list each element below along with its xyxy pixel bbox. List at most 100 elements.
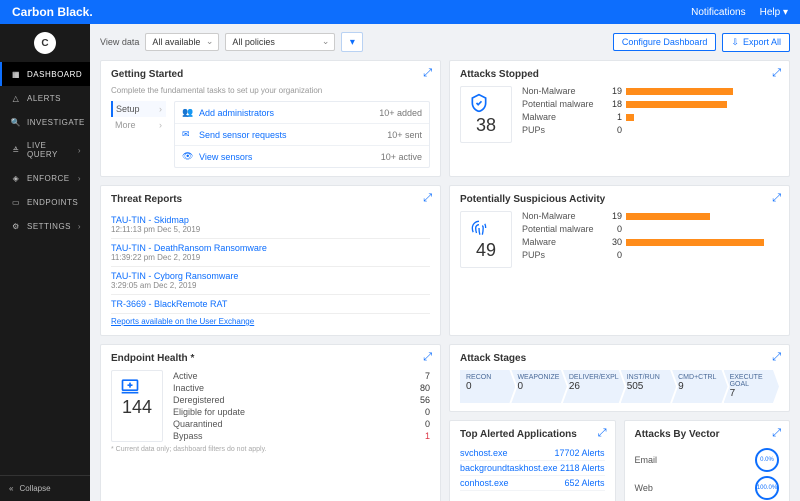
card-attacks-by-vector: ⤢ Attacks By Vector Email0.0%Web100.0% bbox=[624, 420, 791, 501]
threat-reports-more-link[interactable]: Reports available on the User Exchange bbox=[111, 317, 254, 326]
sidebar-item-live-query[interactable]: ≙LIVE QUERY› bbox=[0, 134, 90, 166]
controls-bar: View data All available All policies ▾ C… bbox=[100, 32, 790, 52]
card-title: Potentially Suspicious Activity bbox=[460, 194, 779, 205]
popout-icon[interactable]: ⤢ bbox=[772, 67, 781, 80]
popout-icon[interactable]: ⤢ bbox=[423, 351, 432, 364]
filter-button[interactable]: ▾ bbox=[341, 32, 363, 52]
sidebar: C ▦DASHBOARD△ALERTS🔍INVESTIGATE≙LIVE QUE… bbox=[0, 24, 90, 501]
health-row: Quarantined0 bbox=[173, 418, 430, 430]
threat-report-item[interactable]: TAU-TIN - DeathRansom Ransomware11:39:22… bbox=[111, 239, 430, 267]
card-suspicious-activity: ⤢ Potentially Suspicious Activity 49 Non… bbox=[449, 185, 790, 336]
fingerprint-icon bbox=[469, 218, 503, 238]
configure-dashboard-button[interactable]: Configure Dashboard bbox=[613, 33, 717, 51]
popout-icon[interactable]: ⤢ bbox=[772, 351, 781, 364]
device-icon: ▭ bbox=[11, 197, 21, 207]
metric-row: Potential malware18 bbox=[522, 99, 779, 109]
card-top-alerted-apps: ⤢ Top Alerted Applications svchost.exe17… bbox=[449, 420, 616, 501]
task-icon: 👁 bbox=[182, 151, 194, 162]
filter-policies-select[interactable]: All policies bbox=[225, 33, 335, 51]
export-all-button[interactable]: ⇩Export All bbox=[722, 33, 790, 52]
card-endpoint-health: ⤢ Endpoint Health * 144 Active7Inactive8… bbox=[100, 344, 441, 501]
sidebar-item-settings[interactable]: ⚙SETTINGS› bbox=[0, 214, 90, 238]
card-attack-stages: ⤢ Attack Stages RECON0WEAPONIZE0DELIVER/… bbox=[449, 344, 790, 412]
gear-icon: ⚙ bbox=[11, 221, 21, 231]
card-attacks-stopped: ⤢ Attacks Stopped 38 Non-Malware19 Potent… bbox=[449, 60, 790, 177]
metric-row: Potential malware0 bbox=[522, 224, 779, 234]
search-icon: 🔍 bbox=[11, 117, 21, 127]
card-title: Top Alerted Applications bbox=[460, 429, 605, 440]
sidebar-item-enforce[interactable]: ◈ENFORCE› bbox=[0, 166, 90, 190]
filter-availability-select[interactable]: All available bbox=[145, 33, 219, 51]
setup-step[interactable]: Setup › bbox=[111, 101, 166, 117]
avatar[interactable]: C bbox=[34, 32, 56, 54]
grid-icon: ▦ bbox=[11, 69, 21, 79]
ring-chart: 100.0% bbox=[755, 476, 779, 500]
main-content: View data All available All policies ▾ C… bbox=[90, 24, 800, 501]
collapse-sidebar[interactable]: « Collapse bbox=[0, 475, 90, 501]
threat-report-item[interactable]: TAU-TIN - Skidmap12:11:13 pm Dec 5, 2019 bbox=[111, 211, 430, 239]
footnote: * Current data only; dashboard filters d… bbox=[111, 446, 430, 453]
threat-report-item[interactable]: TAU-TIN - Cyborg Ransomware3:29:05 am De… bbox=[111, 267, 430, 295]
shield-icon: ◈ bbox=[11, 173, 21, 183]
card-title: Endpoint Health * bbox=[111, 353, 430, 364]
attack-stage[interactable]: DELIVER/EXPL26 bbox=[563, 370, 625, 403]
warn-icon: △ bbox=[11, 93, 21, 103]
pulse-icon: ≙ bbox=[11, 145, 21, 155]
popout-icon[interactable]: ⤢ bbox=[598, 427, 607, 440]
attack-stage[interactable]: CMD+CTRL9 bbox=[672, 370, 727, 403]
metric-row: Non-Malware19 bbox=[522, 211, 779, 221]
sidebar-item-endpoints[interactable]: ▭ENDPOINTS bbox=[0, 190, 90, 214]
metric-row: Non-Malware19 bbox=[522, 86, 779, 96]
metric-row: PUPs0 bbox=[522, 125, 779, 135]
vector-row: Email0.0% bbox=[635, 446, 780, 474]
attack-stage[interactable]: RECON0 bbox=[460, 370, 515, 403]
notifications-link[interactable]: Notifications bbox=[691, 7, 745, 18]
vector-row: Web100.0% bbox=[635, 474, 780, 501]
metric-total: 144 bbox=[111, 370, 163, 442]
download-icon: ⇩ bbox=[731, 37, 739, 48]
brand-title: Carbon Black. bbox=[12, 5, 93, 19]
sidebar-item-dashboard[interactable]: ▦DASHBOARD bbox=[0, 62, 90, 86]
funnel-icon: ▾ bbox=[350, 37, 355, 48]
popout-icon[interactable]: ⤢ bbox=[423, 192, 432, 205]
card-title: Attacks Stopped bbox=[460, 69, 779, 80]
metric-row: Malware30 bbox=[522, 237, 779, 247]
metric-row: Malware1 bbox=[522, 112, 779, 122]
setup-task[interactable]: 👥Add administrators10+ added bbox=[175, 102, 429, 124]
collapse-icon: « bbox=[9, 484, 13, 493]
setup-step[interactable]: More › bbox=[111, 117, 166, 133]
threat-report-item[interactable]: TR-3669 - BlackRemote RAT bbox=[111, 295, 430, 314]
help-link[interactable]: Help ▾ bbox=[760, 7, 788, 18]
metric-total: 49 bbox=[460, 211, 512, 268]
setup-task[interactable]: 👁View sensors10+ active bbox=[175, 146, 429, 167]
card-title: Attacks By Vector bbox=[635, 429, 780, 440]
chevron-right-icon: › bbox=[78, 146, 81, 155]
attack-stage[interactable]: WEAPONIZE0 bbox=[511, 370, 566, 403]
app-row[interactable]: svchost.exe17702 Alerts bbox=[460, 446, 605, 461]
ring-chart: 0.0% bbox=[755, 448, 779, 472]
popout-icon[interactable]: ⤢ bbox=[772, 427, 781, 440]
view-data-label: View data bbox=[100, 37, 139, 47]
card-threat-reports: ⤢ Threat Reports TAU-TIN - Skidmap12:11:… bbox=[100, 185, 441, 336]
chevron-right-icon: › bbox=[78, 222, 81, 231]
attack-stage[interactable]: INST/RUN505 bbox=[621, 370, 676, 403]
chevron-right-icon: › bbox=[78, 174, 81, 183]
card-title: Threat Reports bbox=[111, 194, 430, 205]
sidebar-item-investigate[interactable]: 🔍INVESTIGATE bbox=[0, 110, 90, 134]
device-plus-icon bbox=[120, 377, 154, 395]
app-row[interactable]: conhost.exe652 Alerts bbox=[460, 476, 605, 491]
health-row: Deregistered56 bbox=[173, 394, 430, 406]
app-row[interactable]: backgroundtaskhost.exe2118 Alerts bbox=[460, 461, 605, 476]
card-getting-started: ⤢ Getting Started Complete the fundament… bbox=[100, 60, 441, 177]
task-icon: ✉ bbox=[182, 129, 194, 140]
popout-icon[interactable]: ⤢ bbox=[772, 192, 781, 205]
popout-icon[interactable]: ⤢ bbox=[423, 67, 432, 80]
metric-total: 38 bbox=[460, 86, 512, 143]
health-row: Active7 bbox=[173, 370, 430, 382]
sidebar-item-alerts[interactable]: △ALERTS bbox=[0, 86, 90, 110]
card-title: Attack Stages bbox=[460, 353, 779, 364]
setup-task[interactable]: ✉Send sensor requests10+ sent bbox=[175, 124, 429, 146]
health-row: Inactive80 bbox=[173, 382, 430, 394]
attack-stage[interactable]: EXECUTE GOAL7 bbox=[724, 370, 779, 403]
health-row: Bypass1 bbox=[173, 430, 430, 442]
